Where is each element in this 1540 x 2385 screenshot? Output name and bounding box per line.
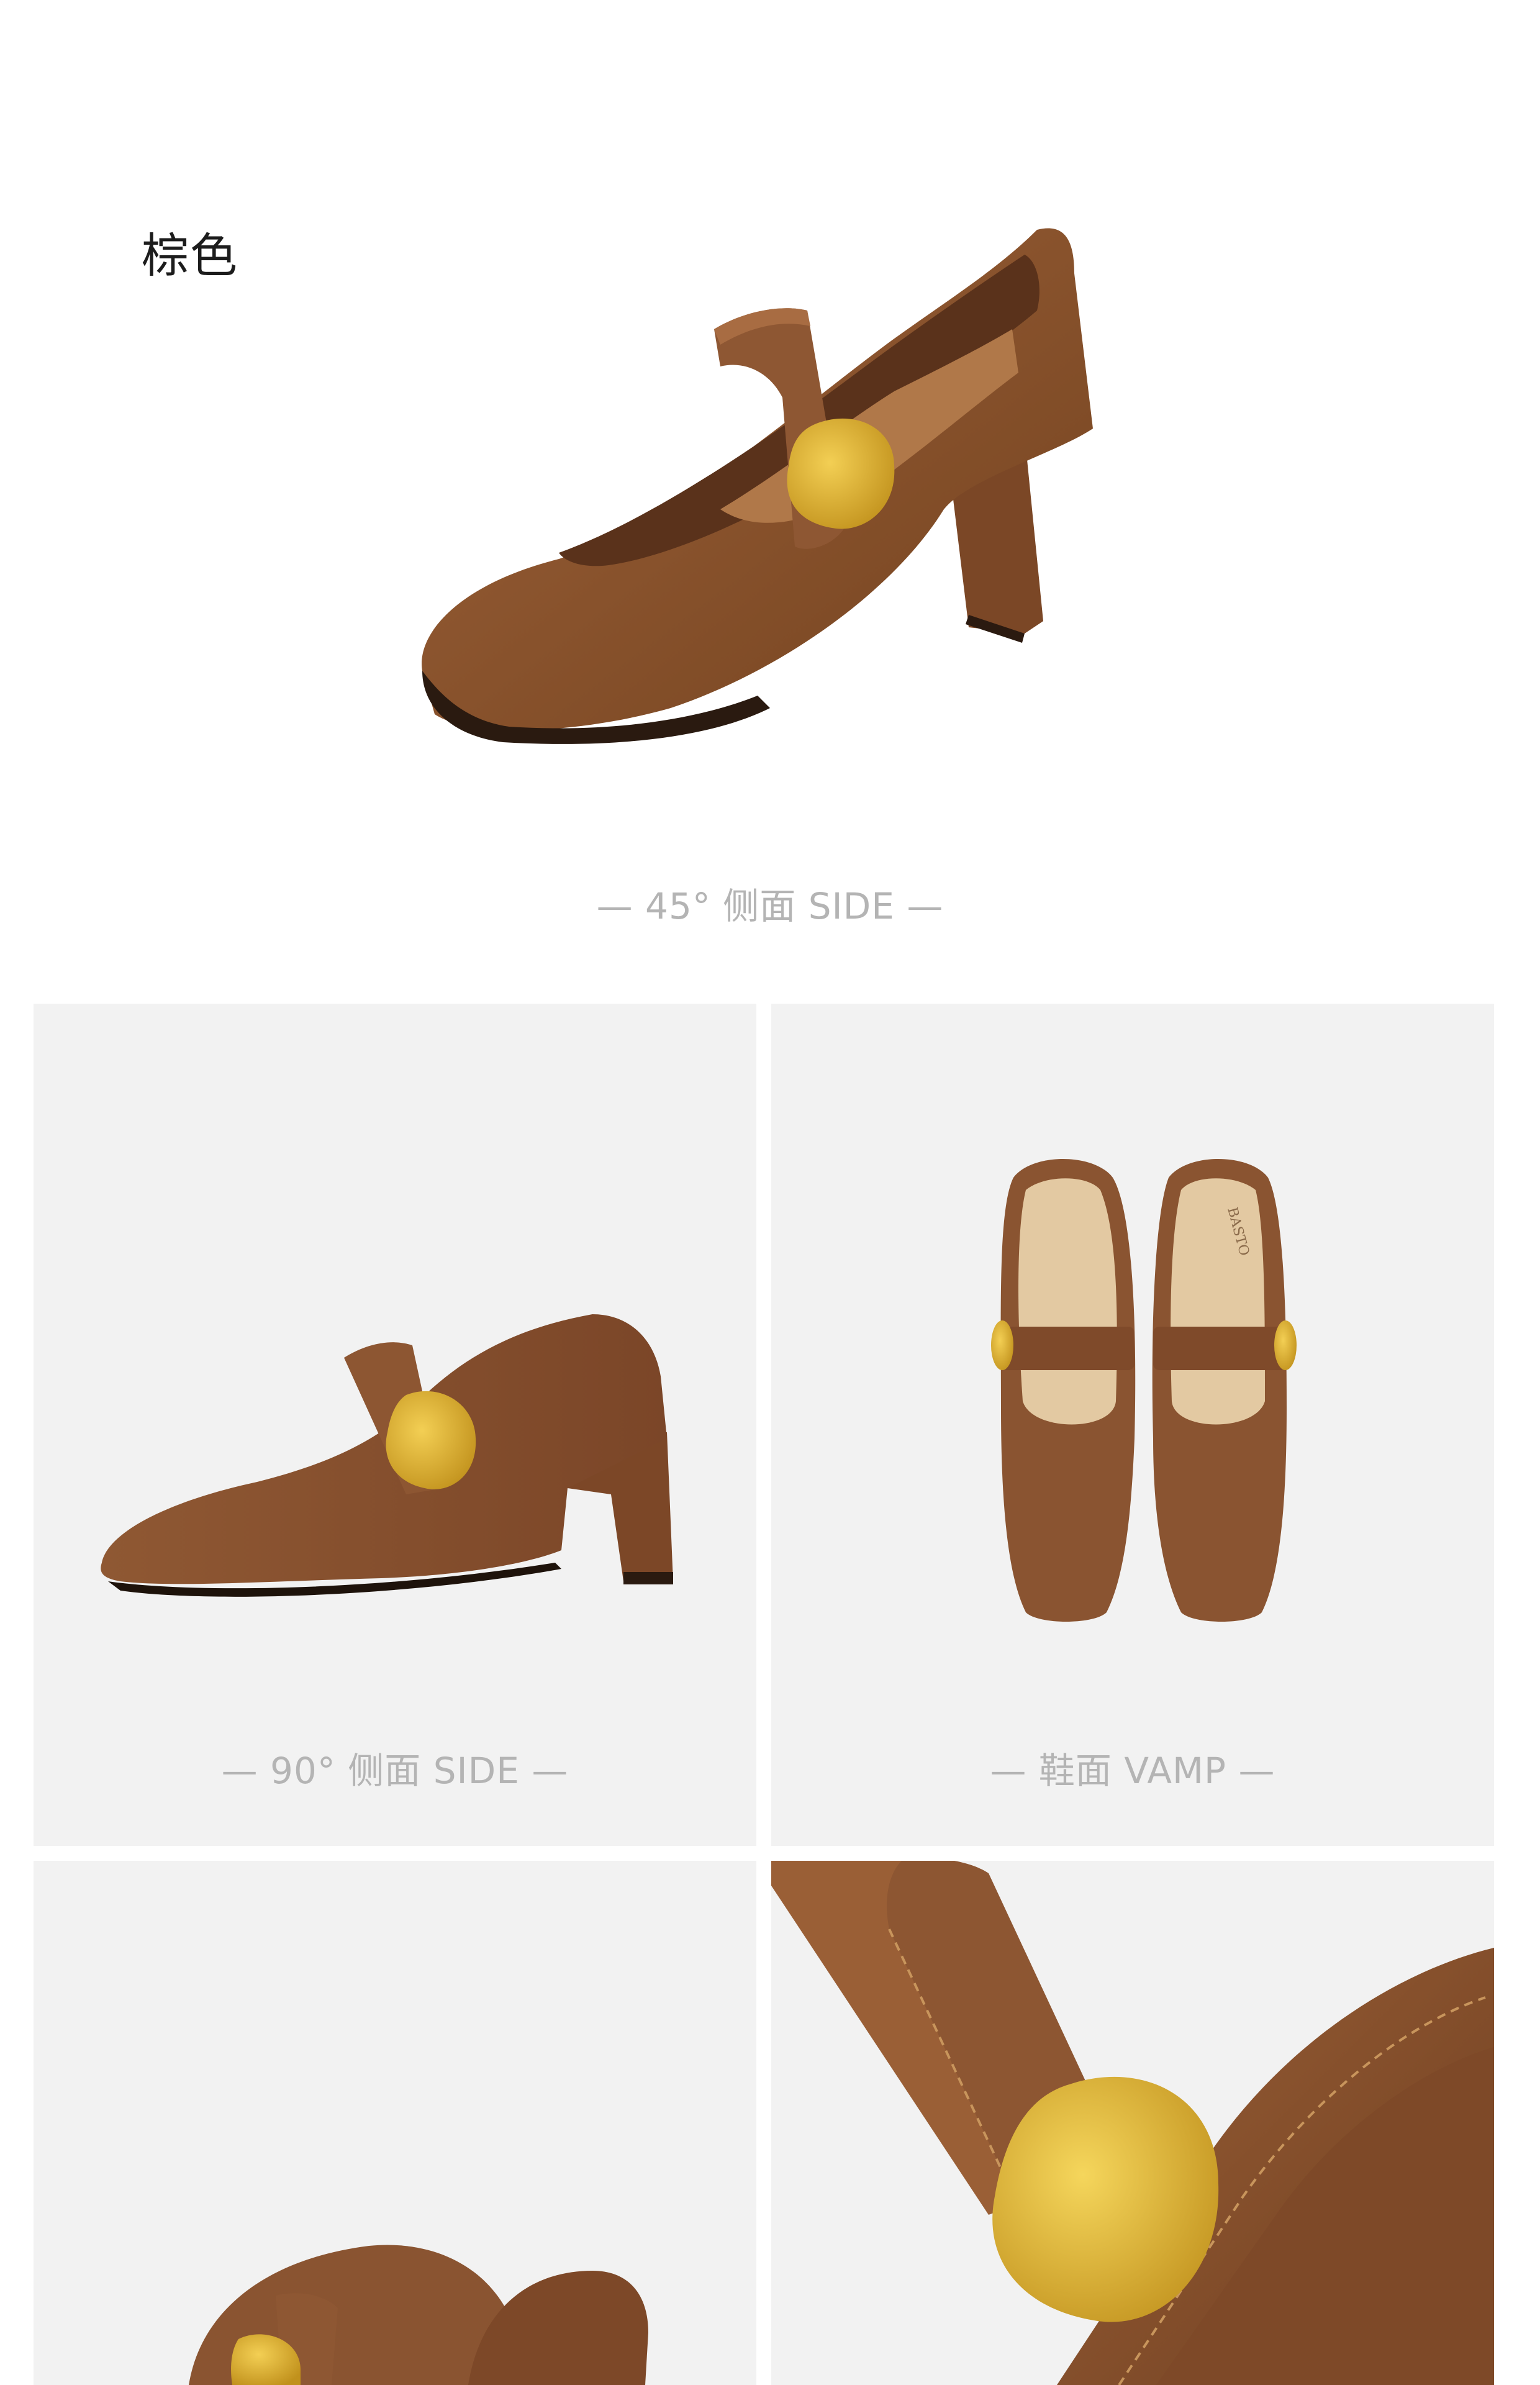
- photo-panel-heel-back: [34, 1861, 756, 2385]
- photo-panel-90-side: — 90° 侧面 SIDE —: [34, 1004, 756, 1846]
- view-caption-45-side: — 45° 侧面 SIDE —: [596, 885, 944, 927]
- shoe-photo-vamp: BASTO: [991, 1159, 1297, 1622]
- shoe-photo-90-side: [101, 1314, 673, 1597]
- color-label: 棕色: [142, 228, 238, 283]
- view-caption-vamp: — 鞋面 VAMP —: [990, 1750, 1275, 1792]
- buckle-detail-photo: [771, 1861, 1494, 2385]
- shoe-photo-back: [189, 2245, 648, 2385]
- shoe-photo-45-side: [348, 186, 1192, 770]
- view-caption-90-side: — 90° 侧面 SIDE —: [221, 1750, 569, 1792]
- photo-panel-buckle-detail: [771, 1861, 1494, 2385]
- photo-panel-vamp: BASTO — 鞋面 VAMP —: [771, 1004, 1494, 1846]
